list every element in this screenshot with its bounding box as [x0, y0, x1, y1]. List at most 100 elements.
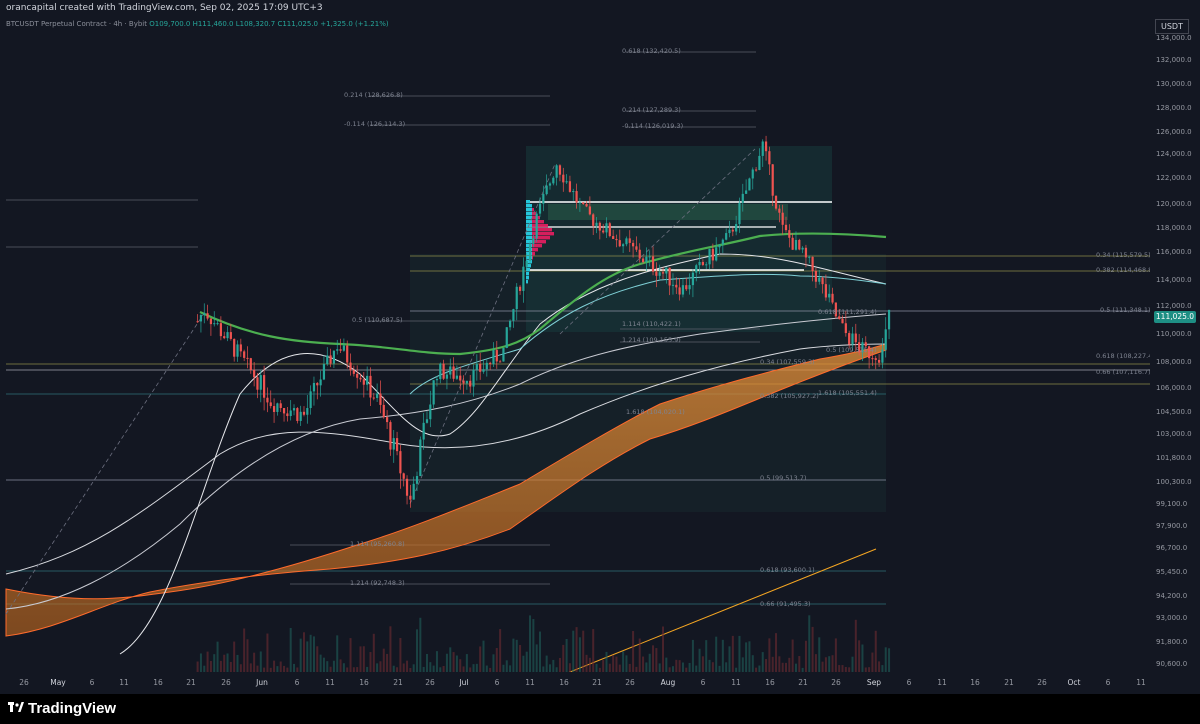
price-tick-label: 106,000.0: [1156, 384, 1192, 392]
candle-body: [781, 212, 784, 225]
currency-button[interactable]: USDT: [1155, 19, 1189, 34]
time-tick-label: 11: [731, 678, 741, 687]
candle-body: [754, 169, 758, 171]
candle-body: [612, 236, 615, 239]
volume-bar: [249, 663, 252, 672]
candle-body: [319, 379, 322, 386]
volume-bar: [302, 632, 305, 672]
candle-body: [462, 380, 465, 384]
candle-body: [369, 375, 372, 398]
candle-body: [745, 190, 748, 194]
candle-body: [725, 233, 728, 240]
volume-bar: [505, 660, 508, 672]
price-chart-pane[interactable]: [0, 14, 1150, 672]
time-tick-label: 21: [186, 678, 196, 687]
candle-body: [838, 316, 841, 319]
candle-body: [276, 403, 279, 412]
candle-body: [485, 362, 488, 370]
candle-body: [585, 203, 588, 207]
candle-body: [814, 270, 818, 282]
candle-body: [253, 370, 256, 378]
candle-body: [435, 379, 439, 381]
candle-body: [695, 265, 698, 273]
volume-bar: [419, 617, 422, 672]
volume-bar: [266, 633, 269, 672]
price-tick-label: 103,000.0: [1156, 430, 1192, 438]
candle-body: [502, 347, 505, 362]
time-tick-label: 11: [325, 678, 335, 687]
candle-body: [874, 358, 877, 360]
time-axis[interactable]: 26 May 6 11 16 21 26 Jun 6 11 16 21 26 Jul 6 11 16 21 26 Au…: [0, 672, 1150, 694]
price-tick-label: 90,600.0: [1156, 660, 1188, 668]
price-tick-label: 114,000.0: [1156, 276, 1192, 284]
candle-body: [615, 238, 618, 241]
candle-body: [249, 358, 252, 371]
volume-bar: [632, 631, 635, 672]
volume-bar: [828, 656, 831, 672]
candle-body: [648, 256, 651, 258]
time-tick-label: Aug: [660, 678, 676, 687]
price-tick-label: 120,000.0: [1156, 200, 1192, 208]
candle-body: [292, 408, 296, 411]
candle-body: [243, 351, 246, 358]
candle-body: [738, 202, 741, 225]
candle-body: [359, 377, 362, 380]
candle-body: [532, 238, 535, 244]
volume-bar: [399, 637, 402, 672]
candle-body: [289, 410, 292, 417]
volume-bar: [475, 663, 478, 672]
volume-bar: [535, 644, 538, 672]
candle-body: [442, 363, 445, 379]
time-tick-label: 11: [119, 678, 129, 687]
price-tick-label: 97,900.0: [1156, 522, 1188, 530]
candle-body: [565, 181, 568, 183]
profile-bar-sell: [532, 232, 554, 236]
price-axis[interactable]: USDT 134,000.0 132,000.0 130,000.0 128,000.…: [1150, 14, 1200, 672]
volume-bar: [708, 659, 711, 672]
time-tick-label: 6: [906, 678, 912, 687]
candle-body: [522, 266, 525, 291]
volume-bar: [592, 629, 595, 672]
fib-level-label: 0.66 (107,116.7): [1096, 368, 1151, 376]
candle-body: [628, 238, 631, 243]
volume-bar: [243, 628, 246, 672]
candle-body: [525, 260, 528, 267]
volume-bar: [841, 665, 844, 672]
volume-bar: [808, 615, 811, 672]
candle-body: [721, 239, 724, 245]
price-tick-label: 126,000.0: [1156, 128, 1192, 136]
candle-body: [665, 267, 668, 274]
candle-body: [429, 404, 432, 420]
volume-bar: [798, 656, 801, 672]
price-tick-label: 124,000.0: [1156, 150, 1192, 158]
volume-bar: [861, 644, 864, 672]
time-tick-label: 21: [393, 678, 403, 687]
candle-body: [705, 264, 708, 266]
volume-bar: [824, 657, 827, 672]
time-tick-label: 16: [559, 678, 569, 687]
price-tick-label: 112,000.0: [1156, 302, 1192, 310]
candle-body: [774, 195, 778, 209]
candle-body: [389, 422, 392, 450]
candle-body: [555, 165, 558, 178]
candle-body: [362, 379, 365, 385]
volume-bar: [406, 660, 409, 672]
candle-body: [266, 397, 269, 403]
volume-bar: [402, 663, 405, 672]
volume-bar: [226, 653, 229, 672]
candle-body: [661, 272, 665, 274]
time-tick-label: Jul: [459, 678, 469, 687]
candle-body: [538, 203, 542, 214]
volume-bar: [206, 651, 209, 672]
candle-body: [515, 286, 518, 310]
profile-bar-buy: [526, 200, 530, 204]
volume-bar: [319, 654, 322, 672]
time-tick-label: Sep: [866, 678, 882, 687]
candle-body: [645, 256, 648, 263]
volume-bar: [741, 657, 744, 672]
volume-bar: [558, 657, 561, 672]
volume-bar: [246, 639, 249, 672]
fib-level-label: 0.66 (91,495.3): [760, 600, 811, 608]
fib-level-label: 0.214 (128,626.8): [344, 91, 403, 99]
candle-body: [452, 366, 455, 379]
